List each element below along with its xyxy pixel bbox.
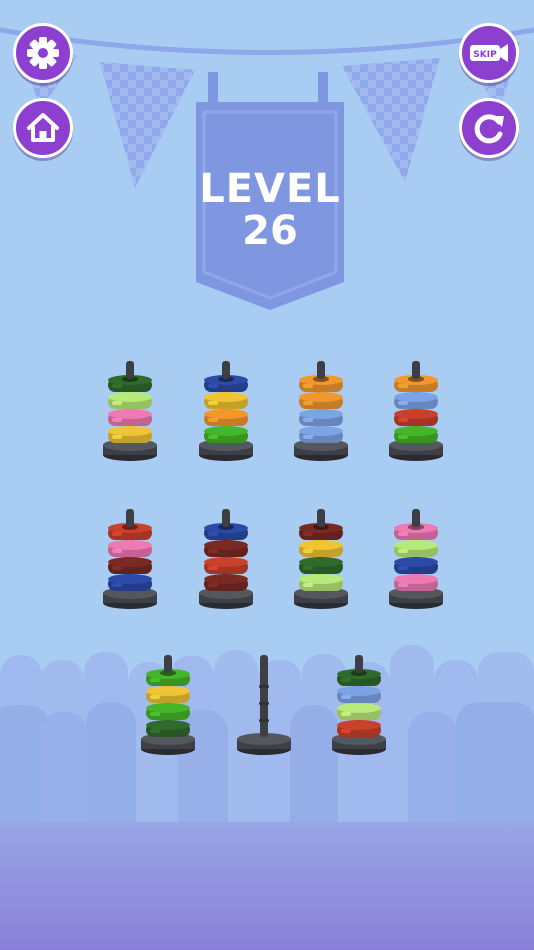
- ring-light-blue: [394, 392, 438, 409]
- ring-navy: [394, 557, 438, 574]
- tube-peg-top-stub: [355, 659, 363, 673]
- tube-peg-notch: [259, 685, 269, 688]
- tube-peg-top-stub: [317, 365, 325, 379]
- tube-peg-top-stub: [412, 513, 420, 527]
- level-number: 26: [242, 208, 298, 254]
- ring-yellow: [108, 426, 152, 443]
- ring-orange: [204, 409, 248, 426]
- tube-peg-top-stub: [317, 513, 325, 527]
- ring-light-green: [337, 703, 381, 720]
- ring-green: [146, 703, 190, 720]
- ring-light-green: [108, 392, 152, 409]
- tube-peg-top-stub: [222, 365, 230, 379]
- ring-navy: [108, 574, 152, 591]
- tube-peg-top-stub: [164, 659, 172, 673]
- ring-dark-green: [146, 720, 190, 737]
- ring-maroon: [108, 557, 152, 574]
- ring-red: [204, 557, 248, 574]
- ring-light-green: [299, 574, 343, 591]
- tube-peg: [260, 655, 268, 737]
- ring-orange: [299, 392, 343, 409]
- tube-peg-notch: [259, 719, 269, 722]
- ring-yellow: [146, 686, 190, 703]
- restart-icon: [474, 114, 504, 144]
- gear-icon: [27, 37, 59, 69]
- skip-label: SKIP: [473, 50, 497, 60]
- tube-peg-top-stub: [126, 365, 134, 379]
- ring-yellow: [299, 540, 343, 557]
- ring-yellow: [204, 392, 248, 409]
- tube-peg-top-stub: [412, 365, 420, 379]
- ring-pink: [108, 409, 152, 426]
- settings-button[interactable]: [13, 23, 73, 83]
- restart-button[interactable]: [459, 98, 519, 158]
- ring-maroon: [204, 540, 248, 557]
- ring-light-green: [394, 540, 438, 557]
- ring-light-blue: [299, 426, 343, 443]
- floor: [0, 822, 534, 950]
- ring-pink: [394, 574, 438, 591]
- ring-maroon: [204, 574, 248, 591]
- game-scene: [0, 0, 534, 950]
- ring-dark-green: [299, 557, 343, 574]
- ring-light-blue: [299, 409, 343, 426]
- home-button[interactable]: [13, 98, 73, 158]
- home-icon: [27, 113, 59, 142]
- tube-peg-top-stub: [126, 513, 134, 527]
- tube-peg-top-stub: [222, 513, 230, 527]
- ring-light-blue: [337, 686, 381, 703]
- ring-green: [394, 426, 438, 443]
- tube-peg-notch: [259, 702, 269, 705]
- skip-button[interactable]: SKIP: [459, 23, 519, 83]
- level-title: LEVEL 26: [195, 168, 345, 252]
- ring-green: [204, 426, 248, 443]
- ring-red: [337, 720, 381, 737]
- skip-video-icon: SKIP: [470, 44, 508, 62]
- level-label: LEVEL: [199, 166, 341, 212]
- ring-pink: [108, 540, 152, 557]
- ring-red: [394, 409, 438, 426]
